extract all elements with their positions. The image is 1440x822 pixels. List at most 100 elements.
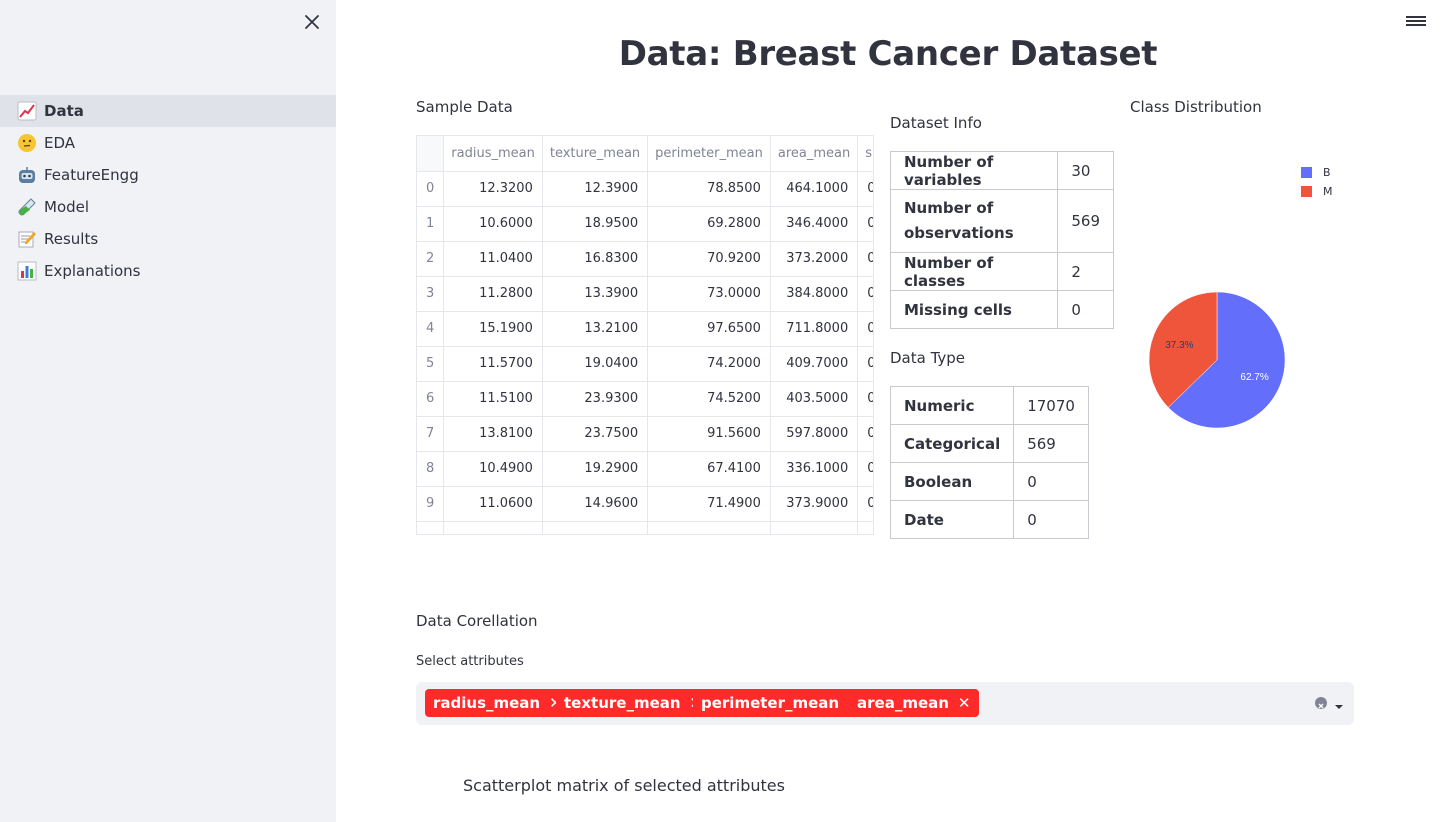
table-cell: 78.8500 xyxy=(647,171,771,207)
index-header xyxy=(417,136,445,172)
table-cell: 16.8300 xyxy=(542,241,649,277)
table-row: Number of variables 30 xyxy=(889,151,1114,190)
selected-tag-perimeter-mean[interactable]: perimeter_mean ✕ xyxy=(693,689,869,717)
column-header[interactable]: area_mean xyxy=(770,136,859,172)
table-row[interactable]: 110.600018.950069.2800346.40000.0 xyxy=(417,206,873,242)
sidebar-nav: Data EDA FeatureEngg Model Results Expla… xyxy=(0,95,336,287)
table-cell xyxy=(542,521,649,534)
selected-tag-area-mean[interactable]: area_mean ✕ xyxy=(849,689,979,717)
column-header[interactable]: sm xyxy=(857,136,873,172)
sample-data-table[interactable]: radius_mean texture_mean perimeter_mean … xyxy=(416,135,874,535)
row-index: 7 xyxy=(417,416,445,452)
attribute-multiselect[interactable]: radius_mean ✕ texture_mean ✕ perimeter_m… xyxy=(416,682,1354,725)
tag-label: perimeter_mean xyxy=(701,694,840,712)
table-row: Numeric 17070 xyxy=(889,386,1089,425)
table-cell: 11.0400 xyxy=(443,241,543,277)
legend-swatch xyxy=(1301,186,1312,197)
main-menu-icon[interactable] xyxy=(1406,14,1426,30)
table-cell: 0.0 xyxy=(857,206,873,242)
test-tube-icon xyxy=(17,197,37,217)
sidebar-item-label: FeatureEngg xyxy=(44,166,139,184)
row-index: 4 xyxy=(417,311,445,347)
sidebar-item-featureengg[interactable]: FeatureEngg xyxy=(0,159,336,191)
table-header-row: radius_mean texture_mean perimeter_mean … xyxy=(417,136,873,172)
table-row[interactable]: 713.810023.750091.5600597.80000.1 xyxy=(417,416,873,452)
info-key: Date xyxy=(889,500,1015,539)
table-row: Number of classes 2 xyxy=(889,252,1114,291)
data-type-label: Data Type xyxy=(890,349,966,367)
close-sidebar-icon[interactable] xyxy=(302,12,322,32)
table-row[interactable]: 012.320012.390078.8500464.10000.1 xyxy=(417,171,873,207)
row-index: 6 xyxy=(417,381,445,417)
pie-legend[interactable]: BM xyxy=(1301,163,1333,201)
table-cell: 97.6500 xyxy=(647,311,771,347)
legend-item-m[interactable]: M xyxy=(1301,182,1333,201)
sidebar-item-results[interactable]: Results xyxy=(0,223,336,255)
sidebar: Data EDA FeatureEngg Model Results Expla… xyxy=(0,0,336,822)
table-cell: 74.5200 xyxy=(647,381,771,417)
table-row[interactable]: 611.510023.930074.5200403.50000.0 xyxy=(417,381,873,417)
info-key: Number of observations xyxy=(889,189,1059,253)
sidebar-item-model[interactable]: Model xyxy=(0,191,336,223)
table-cell: 0.1 xyxy=(857,171,873,207)
table-cell: 464.1000 xyxy=(770,171,859,207)
page-title: Data: Breast Cancer Dataset xyxy=(618,34,1158,74)
table-cell: 11.0600 xyxy=(443,486,543,522)
table-cell: 11.5100 xyxy=(443,381,543,417)
table-row[interactable]: 311.280013.390073.0000384.80000.1 xyxy=(417,276,873,312)
info-key: Boolean xyxy=(889,462,1015,501)
table-cell: 13.2100 xyxy=(542,311,649,347)
table-cell: 12.3200 xyxy=(443,171,543,207)
select-attributes-label: Select attributes xyxy=(416,654,524,669)
table-cell: 11.2800 xyxy=(443,276,543,312)
dataset-info-table: Number of variables 30 Number of observa… xyxy=(889,151,1114,329)
remove-tag-icon[interactable]: ✕ xyxy=(958,694,971,712)
column-header[interactable]: perimeter_mean xyxy=(647,136,771,172)
table-cell: 74.2000 xyxy=(647,346,771,382)
table-cell: 373.9000 xyxy=(770,486,859,522)
table-row[interactable]: 415.190013.210097.6500711.80000.0 xyxy=(417,311,873,347)
row-index: 2 xyxy=(417,241,445,277)
chevron-down-icon[interactable] xyxy=(1332,698,1346,710)
class-distribution-label: Class Distribution xyxy=(1130,98,1262,116)
sidebar-item-explanations[interactable]: Explanations xyxy=(0,255,336,287)
info-key: Numeric xyxy=(889,386,1015,425)
sidebar-item-eda[interactable]: EDA xyxy=(0,127,336,159)
column-header[interactable]: texture_mean xyxy=(542,136,649,172)
info-key: Number of classes xyxy=(889,252,1059,291)
info-key: Categorical xyxy=(889,424,1015,463)
table-cell: 0.1 xyxy=(857,416,873,452)
table-cell: 11.5700 xyxy=(443,346,543,382)
legend-item-b[interactable]: B xyxy=(1301,163,1333,182)
legend-label: M xyxy=(1323,185,1333,198)
selected-tag-radius-mean[interactable]: radius_mean ✕ xyxy=(425,689,570,717)
table-cell: 13.8100 xyxy=(443,416,543,452)
table-cell: 91.5600 xyxy=(647,416,771,452)
table-cell: 384.8000 xyxy=(770,276,859,312)
table-row[interactable]: 911.060014.960071.4900373.90000.1 xyxy=(417,486,873,522)
sidebar-item-label: Model xyxy=(44,198,90,216)
sidebar-item-label: EDA xyxy=(44,134,76,152)
table-row[interactable]: 810.490019.290067.4100336.10000.0 xyxy=(417,451,873,487)
table-cell xyxy=(647,521,771,534)
row-index: 0 xyxy=(417,171,445,207)
table-cell: 23.9300 xyxy=(542,381,649,417)
table-row[interactable]: 511.570019.040074.2000409.70000.0 xyxy=(417,346,873,382)
table-cell: 23.7500 xyxy=(542,416,649,452)
sidebar-item-data[interactable]: Data xyxy=(0,95,336,127)
data-type-table: Numeric 17070 Categorical 569 Boolean 0 … xyxy=(889,386,1089,539)
info-key: Number of variables xyxy=(889,151,1059,190)
table-row[interactable]: 211.040016.830070.9200373.20000.1 xyxy=(417,241,873,277)
info-value: 0 xyxy=(1057,290,1114,329)
clear-all-icon[interactable] xyxy=(1315,697,1327,709)
tag-label: radius_mean xyxy=(433,694,541,712)
column-header[interactable]: radius_mean xyxy=(443,136,543,172)
table-cell xyxy=(770,521,859,534)
table-cell: 0.0 xyxy=(857,451,873,487)
selected-tag-texture-mean[interactable]: texture_mean ✕ xyxy=(556,689,711,717)
table-row: Date 0 xyxy=(889,500,1089,539)
info-key: Missing cells xyxy=(889,290,1059,329)
info-value: 569 xyxy=(1057,189,1114,253)
row-index: 3 xyxy=(417,276,445,312)
row-index: 8 xyxy=(417,451,445,487)
